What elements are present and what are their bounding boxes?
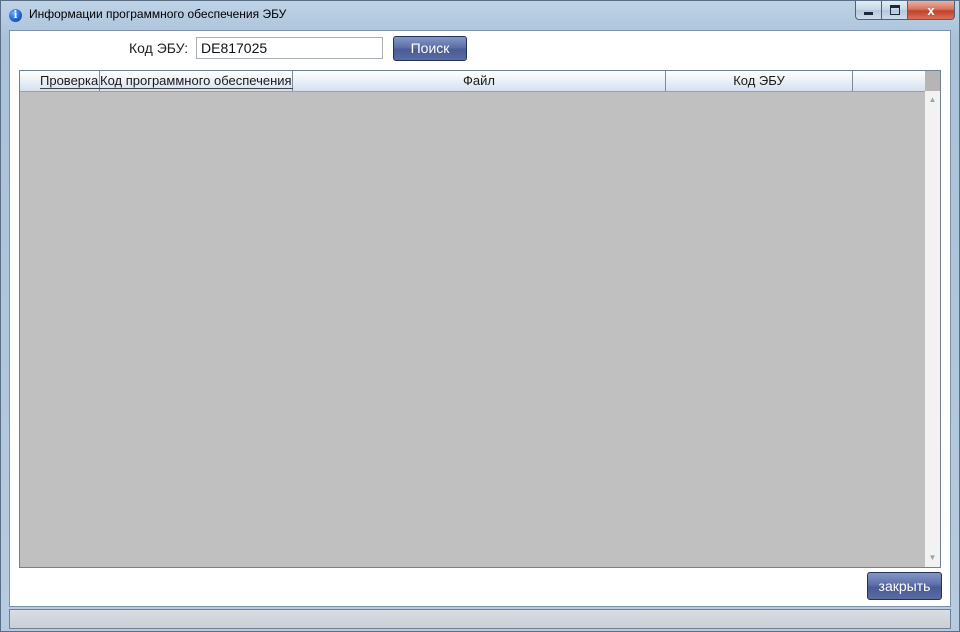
column-header-extra[interactable]	[853, 71, 925, 91]
vertical-scrollbar[interactable]: ▲ ▼	[925, 91, 940, 567]
minimize-icon	[864, 11, 873, 15]
column-header-file[interactable]: Файл	[293, 71, 666, 91]
caption-buttons: x	[855, 1, 955, 21]
app-window: i Информации программного обеспечения ЭБ…	[0, 0, 960, 632]
header-underline	[40, 88, 293, 89]
ecu-code-input[interactable]	[196, 37, 383, 59]
window-title: Информации программного обеспечения ЭБУ	[29, 7, 287, 21]
software-grid[interactable]: Проверка Код программного обеспечения Фа…	[19, 70, 941, 568]
ecu-code-label: Код ЭБУ:	[129, 40, 189, 56]
close-button[interactable]: закрыть	[867, 572, 942, 600]
title-bar[interactable]: i Информации программного обеспечения ЭБ…	[1, 1, 959, 29]
scroll-down-icon[interactable]: ▼	[925, 551, 940, 565]
maximize-button[interactable]	[882, 1, 908, 20]
grid-header: Проверка Код программного обеспечения Фа…	[20, 71, 925, 92]
minimize-button[interactable]	[855, 1, 882, 20]
close-icon: x	[927, 2, 935, 18]
status-bar	[9, 609, 951, 629]
close-window-button[interactable]: x	[908, 1, 955, 20]
grid-corner	[925, 71, 940, 91]
maximize-icon	[889, 5, 900, 15]
column-header-ecu-code[interactable]: Код ЭБУ	[666, 71, 853, 91]
client-area: Код ЭБУ: Поиск Проверка Код программного…	[9, 30, 951, 607]
info-icon: i	[9, 9, 22, 22]
scroll-up-icon[interactable]: ▲	[925, 93, 940, 107]
search-button[interactable]: Поиск	[393, 36, 467, 61]
